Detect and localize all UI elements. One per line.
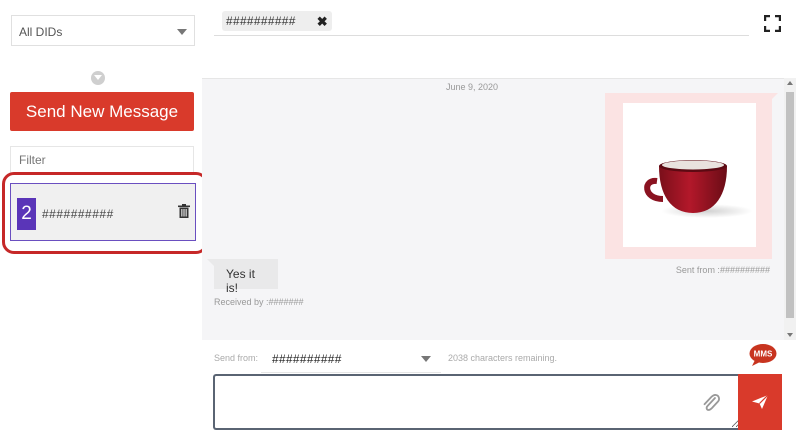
trash-icon[interactable]: [178, 204, 190, 218]
mms-icon[interactable]: MMS: [749, 343, 777, 367]
thread-scrollbar[interactable]: [784, 78, 796, 340]
chevron-down-icon: [421, 356, 431, 362]
send-new-message-button[interactable]: Send New Message: [10, 92, 194, 131]
send-from-value: ##########: [272, 352, 342, 366]
recipient-bar: ########## ✖: [204, 0, 800, 78]
conversation-filter-input[interactable]: [10, 146, 194, 174]
conversation-item[interactable]: 2 ##########: [10, 183, 196, 241]
conversation-number: ##########: [42, 207, 114, 221]
received-by-label: Received by :#######: [214, 297, 304, 307]
bubble-tail: [768, 93, 778, 103]
sent-from-label: Sent from :##########: [675, 265, 770, 275]
send-from-select[interactable]: ##########: [261, 343, 441, 373]
recipient-input-underline: [214, 35, 749, 36]
scroll-down-icon[interactable]: [787, 333, 793, 337]
mms-image[interactable]: [623, 103, 756, 247]
send-message-button[interactable]: [738, 374, 782, 430]
message-thread: June 9, 2020 Sent from :########## Yes i…: [202, 78, 784, 340]
scroll-up-icon[interactable]: [787, 81, 793, 85]
red-cup-image: [644, 160, 753, 218]
recipient-number: ##########: [226, 14, 296, 28]
send-icon: [752, 394, 769, 409]
scrollbar-thumb[interactable]: [786, 92, 794, 318]
message-input[interactable]: [213, 374, 740, 430]
did-filter-select[interactable]: All DIDs: [11, 15, 195, 46]
characters-remaining: 2038 characters remaining.: [448, 353, 558, 363]
fullscreen-icon[interactable]: [764, 15, 781, 32]
recipient-chip: ########## ✖: [222, 11, 332, 31]
conversation-sidebar: All DIDs Send New Message 2 ##########: [0, 0, 208, 431]
chevron-down-icon: [177, 29, 187, 35]
send-from-label: Send from:: [214, 353, 259, 363]
unread-count-badge: 2: [17, 198, 36, 230]
mms-label: MMS: [754, 350, 773, 359]
close-icon[interactable]: ✖: [317, 14, 328, 30]
did-filter-value: All DIDs: [19, 25, 63, 39]
date-divider: June 9, 2020: [445, 82, 499, 92]
paperclip-icon[interactable]: [701, 392, 721, 414]
arrow-down-circle-icon[interactable]: [91, 71, 105, 85]
received-message-bubble: Yes it is!: [214, 259, 278, 295]
